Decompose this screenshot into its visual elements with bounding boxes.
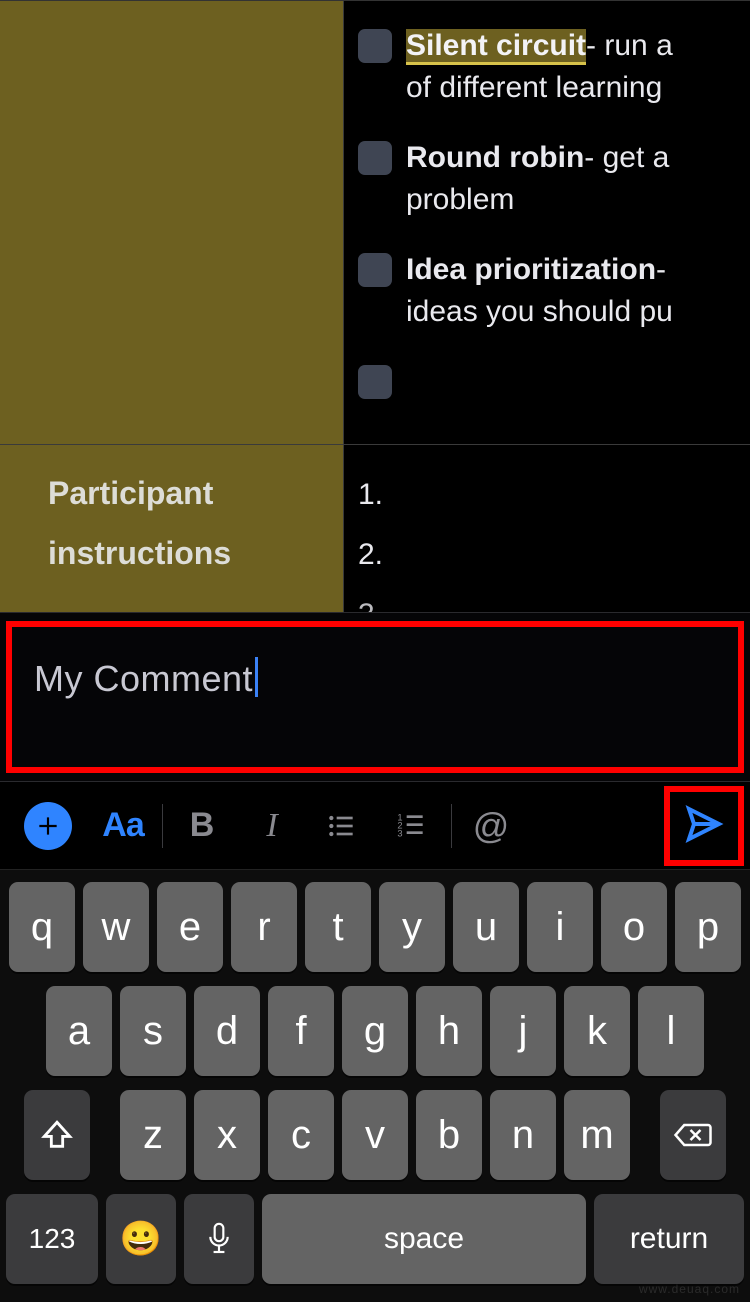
key-z[interactable]: z xyxy=(120,1090,186,1180)
row-label: instructions xyxy=(48,523,329,583)
send-icon xyxy=(684,804,724,844)
backspace-icon xyxy=(673,1120,713,1150)
key-j[interactable]: j xyxy=(490,986,556,1076)
checkbox-icon[interactable] xyxy=(358,141,392,175)
key-p[interactable]: p xyxy=(675,882,741,972)
mention-button[interactable]: @ xyxy=(456,791,526,861)
toolbar-separator xyxy=(162,804,163,848)
text-caret xyxy=(255,657,258,697)
key-s[interactable]: s xyxy=(120,986,186,1076)
key-v[interactable]: v xyxy=(342,1090,408,1180)
key-a[interactable]: a xyxy=(46,986,112,1076)
bold-icon: B xyxy=(190,806,215,845)
bullet-list-button[interactable] xyxy=(307,791,377,861)
table-cell-right[interactable]: 1. 2. 3. xyxy=(344,445,750,612)
key-n[interactable]: n xyxy=(490,1090,556,1180)
key-o[interactable]: o xyxy=(601,882,667,972)
table-row: Silent circuit- run a of different learn… xyxy=(0,1,750,445)
key-m[interactable]: m xyxy=(564,1090,630,1180)
send-button-highlight xyxy=(664,786,744,866)
key-l[interactable]: l xyxy=(638,986,704,1076)
microphone-icon xyxy=(206,1221,232,1257)
numbered-list-button[interactable]: 123 xyxy=(377,791,447,861)
table-cell-right[interactable]: Silent circuit- run a of different learn… xyxy=(344,1,750,444)
watermark: www.deuaq.com xyxy=(639,1282,740,1296)
key-return[interactable]: return xyxy=(594,1194,744,1284)
checklist-item[interactable]: Idea prioritization- ideas you should pu xyxy=(358,249,740,333)
keyboard: q w e r t y u i o p a s d f g h j k l xyxy=(0,870,750,1302)
at-icon: @ xyxy=(473,805,510,847)
comment-input-highlight: My Comment xyxy=(6,621,744,773)
key-q[interactable]: q xyxy=(9,882,75,972)
checklist-text[interactable]: Silent circuit- run a of different learn… xyxy=(406,25,673,109)
keyboard-row: z x c v b n m xyxy=(6,1090,744,1180)
text-style-button[interactable]: Aa xyxy=(88,791,158,861)
row-label: Participant xyxy=(48,463,329,523)
screen: Silent circuit- run a of different learn… xyxy=(0,0,750,1302)
key-backspace[interactable] xyxy=(660,1090,726,1180)
checkbox-icon[interactable] xyxy=(358,253,392,287)
key-r[interactable]: r xyxy=(231,882,297,972)
keyboard-row: a s d f g h j k l xyxy=(6,986,744,1076)
key-numbers[interactable]: 123 xyxy=(6,1194,98,1284)
text-style-icon: Aa xyxy=(102,806,143,845)
document-area[interactable]: Silent circuit- run a of different learn… xyxy=(0,0,750,612)
key-x[interactable]: x xyxy=(194,1090,260,1180)
key-space[interactable]: space xyxy=(262,1194,586,1284)
toolbar-separator xyxy=(451,804,452,848)
key-k[interactable]: k xyxy=(564,986,630,1076)
key-e[interactable]: e xyxy=(157,882,223,972)
shift-icon xyxy=(40,1118,74,1152)
key-c[interactable]: c xyxy=(268,1090,334,1180)
plus-circle-icon xyxy=(24,802,72,850)
key-i[interactable]: i xyxy=(527,882,593,972)
italic-button[interactable]: I xyxy=(237,791,307,861)
keyboard-row: q w e r t y u i o p xyxy=(6,882,744,972)
comment-area: My Comment xyxy=(0,612,750,782)
italic-icon: I xyxy=(266,807,277,845)
highlighted-text: Silent circuit xyxy=(406,29,586,65)
numbered-list-icon: 123 xyxy=(396,810,428,842)
key-b[interactable]: b xyxy=(416,1090,482,1180)
checklist-text[interactable]: Round robin- get a problem xyxy=(406,137,669,221)
key-w[interactable]: w xyxy=(83,882,149,972)
key-shift[interactable] xyxy=(24,1090,90,1180)
key-d[interactable]: d xyxy=(194,986,260,1076)
add-button[interactable] xyxy=(8,791,88,861)
table-row: Participant instructions 1. 2. 3. xyxy=(0,445,750,612)
checklist-text[interactable]: Idea prioritization- ideas you should pu xyxy=(406,249,673,333)
key-h[interactable]: h xyxy=(416,986,482,1076)
checkbox-icon[interactable] xyxy=(358,365,392,399)
formatting-toolbar: Aa B I 123 @ xyxy=(0,782,750,870)
bullet-list-icon xyxy=(326,810,358,842)
ordered-list-item[interactable]: 2. xyxy=(358,525,740,585)
ordered-list-item[interactable]: 1. xyxy=(358,465,740,525)
keyboard-row: 123 😀 space return xyxy=(6,1194,744,1284)
ordered-list-item[interactable]: 3. xyxy=(358,585,740,612)
key-t[interactable]: t xyxy=(305,882,371,972)
send-button[interactable] xyxy=(684,804,724,849)
checklist-item-empty[interactable] xyxy=(358,361,740,399)
table-cell-label[interactable]: Participant instructions xyxy=(0,445,344,612)
bold-button[interactable]: B xyxy=(167,791,237,861)
key-u[interactable]: u xyxy=(453,882,519,972)
key-emoji[interactable]: 😀 xyxy=(106,1194,176,1284)
checkbox-icon[interactable] xyxy=(358,29,392,63)
key-dictation[interactable] xyxy=(184,1194,254,1284)
svg-text:3: 3 xyxy=(397,828,402,838)
table-cell-left-highlighted[interactable] xyxy=(0,1,344,444)
checklist-item[interactable]: Silent circuit- run a of different learn… xyxy=(358,25,740,109)
checklist-item[interactable]: Round robin- get a problem xyxy=(358,137,740,221)
key-f[interactable]: f xyxy=(268,986,334,1076)
table: Silent circuit- run a of different learn… xyxy=(0,1,750,612)
key-g[interactable]: g xyxy=(342,986,408,1076)
comment-input[interactable]: My Comment xyxy=(34,658,253,699)
key-y[interactable]: y xyxy=(379,882,445,972)
